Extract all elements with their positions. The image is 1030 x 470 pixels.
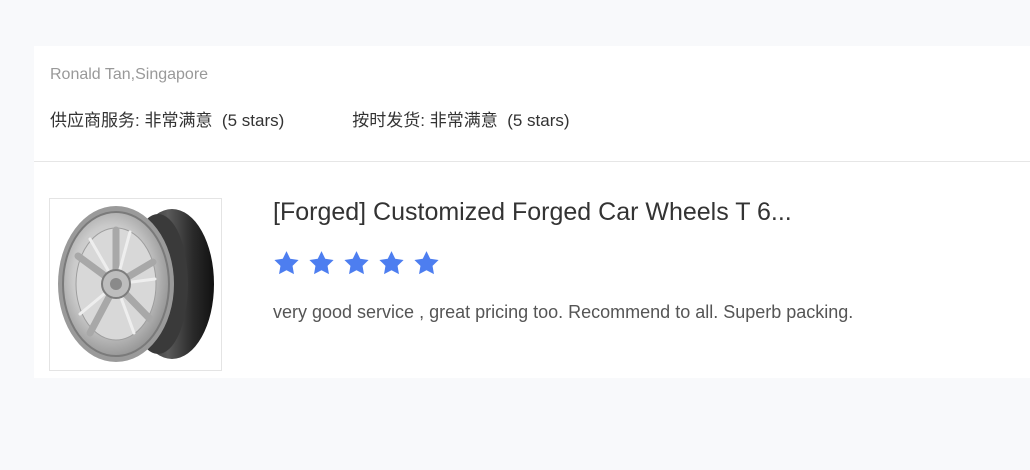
rating-stars-text: (5 stars)	[507, 111, 570, 130]
star-icon	[342, 249, 371, 278]
star-rating	[272, 249, 447, 279]
rating-label: 按时发货:	[352, 111, 425, 130]
rating-value: 非常满意	[429, 111, 498, 130]
review-card: Ronald Tan,Singapore 供应商服务: 非常满意 (5 star…	[34, 46, 1030, 378]
star-icon	[377, 249, 406, 278]
product-title[interactable]: [Forged] Customized Forged Car Wheels T …	[273, 198, 792, 227]
star-icon	[272, 249, 301, 278]
on-time-delivery-rating: 按时发货: 非常满意 (5 stars)	[352, 106, 569, 131]
review-comment: very good service , great pricing too. R…	[273, 302, 854, 322]
star-icon	[412, 249, 441, 278]
rating-label: 供应商服务:	[50, 111, 140, 130]
divider	[34, 161, 1030, 162]
rating-stars-text: (5 stars)	[221, 111, 285, 130]
forged-car-wheel-icon	[58, 206, 214, 362]
supplier-service-rating: 供应商服务: 非常满意 (5 stars)	[50, 106, 284, 131]
product-image[interactable]	[49, 198, 222, 371]
rating-value: 非常满意	[144, 111, 213, 130]
reviewer-name: Ronald Tan,Singapore	[50, 66, 209, 83]
rating-summary: 供应商服务: 非常满意 (5 stars) 按时发货: 非常满意 (5 stars…	[50, 106, 570, 131]
star-icon	[307, 249, 336, 278]
